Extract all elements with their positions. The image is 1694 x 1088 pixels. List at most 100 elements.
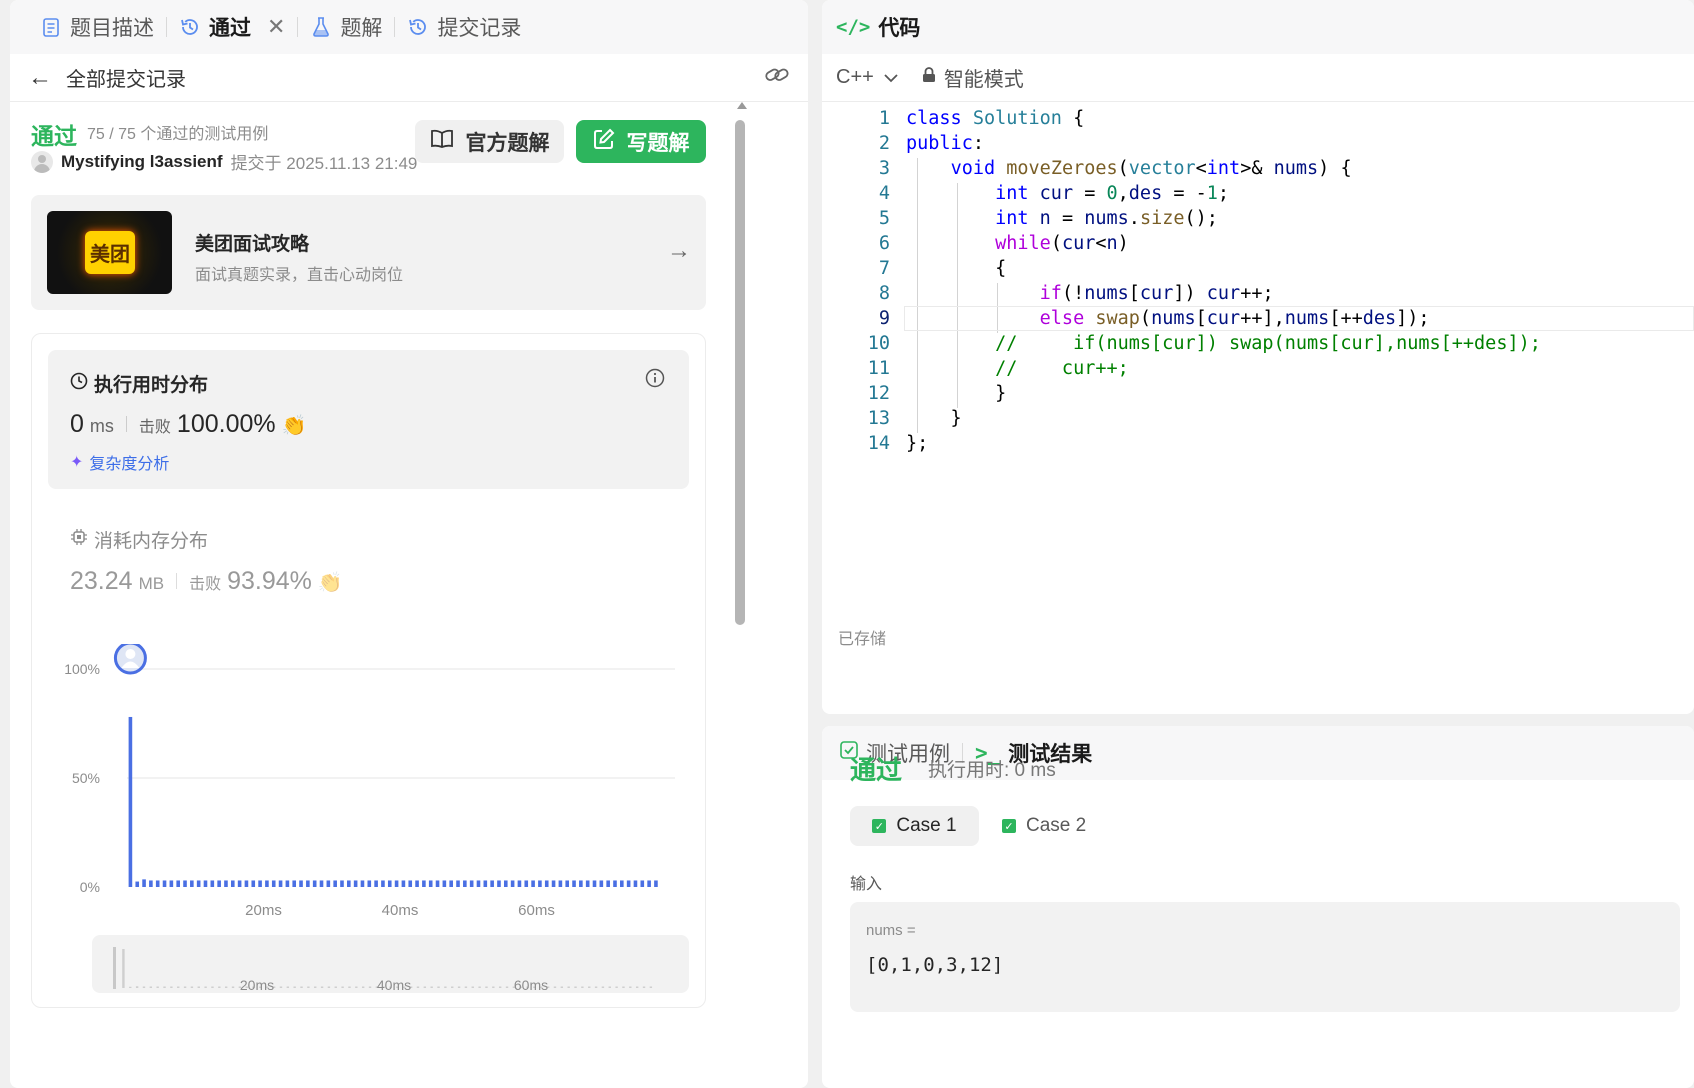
code-token: (); <box>1184 208 1218 229</box>
brush-bar <box>293 986 296 988</box>
write-solution-button[interactable]: 写题解 <box>576 120 706 163</box>
brush-bar <box>135 986 139 988</box>
official-solution-button[interactable]: 官方题解 <box>415 120 564 163</box>
clock-icon <box>70 372 88 396</box>
chart-bar <box>401 880 406 887</box>
code-token: = <box>1050 208 1085 229</box>
complexity-label: 复杂度分析 <box>89 456 170 473</box>
arrow-right-icon: → <box>667 237 691 264</box>
code-tabbar: </> 代码 <box>822 0 1694 54</box>
chart-bar <box>490 880 494 887</box>
tab-solutions-label: 题解 <box>340 17 383 40</box>
chart-bar <box>162 880 167 887</box>
input-box: nums = [0,1,0,3,12] <box>850 902 1680 1012</box>
brush-bar <box>492 986 495 988</box>
status-accepted: 通过 <box>31 123 77 149</box>
brush-bar <box>608 986 611 988</box>
chart-bar <box>428 880 433 887</box>
runtime-section[interactable]: 执行用时分布 0 ms 击败 100.00% 👏 ✦ 复杂度分析 <box>48 350 689 489</box>
x-tick-label: 60ms <box>518 902 555 919</box>
code-token: int <box>995 208 1040 229</box>
stats-card: 执行用时分布 0 ms 击败 100.00% 👏 ✦ 复杂度分析 消耗内存分布 … <box>31 333 706 1008</box>
all-submissions-link[interactable]: 全部提交记录 <box>66 63 186 92</box>
code-editor[interactable]: 1 class Solution {2 public: 3 void moveZero… <box>822 104 1694 494</box>
promo-card[interactable]: 美团 美团面试攻略 面试真题实录，直击心动岗位 → <box>31 195 706 310</box>
meituan-logo: 美团 <box>47 211 172 294</box>
code-token: }; <box>906 433 929 454</box>
tab-accepted[interactable]: 通过 ✕ <box>167 0 297 54</box>
scrollbar-thumb[interactable] <box>735 120 745 625</box>
brush-bar <box>615 986 618 988</box>
link-icon[interactable] <box>764 65 790 91</box>
code-token: ( <box>1050 233 1062 254</box>
check-icon: ✓ <box>872 819 887 833</box>
brush-bar <box>348 986 351 988</box>
chart-bar <box>579 880 583 887</box>
complexity-analysis-link[interactable]: ✦ 复杂度分析 <box>70 450 169 474</box>
chart-bar <box>435 880 440 887</box>
edit-icon <box>593 128 615 156</box>
info-icon[interactable] <box>645 368 665 393</box>
chart-bar <box>128 716 133 887</box>
brush-bar <box>437 986 440 988</box>
code-token: nums <box>1273 158 1319 179</box>
scrollbar[interactable] <box>734 100 747 1088</box>
code-token: moveZeroes <box>1006 158 1118 179</box>
chart-bar <box>510 880 515 887</box>
chart-bar <box>176 880 180 887</box>
code-token: . <box>1128 208 1140 229</box>
code-token: ; <box>1217 183 1230 204</box>
scroll-up-icon[interactable] <box>737 102 747 109</box>
chart-bar <box>347 880 351 887</box>
brush-bar <box>635 986 639 988</box>
memory-value-row: 23.24 MB 击败 93.94% 👏 <box>70 567 343 596</box>
code-token: { <box>1061 108 1085 129</box>
chart-bar <box>183 880 187 887</box>
code-token: , <box>1117 183 1129 204</box>
line-number: 8 <box>878 283 890 304</box>
username[interactable]: Mystifying l3assienf <box>61 152 223 172</box>
code-token: cur <box>1061 233 1096 254</box>
brush-bar <box>451 986 454 988</box>
case-1-tab[interactable]: ✓ Case 1 <box>850 806 979 846</box>
code-token: < <box>1095 233 1107 254</box>
brush-bar <box>170 986 173 988</box>
brush-bar <box>211 986 214 988</box>
avatar[interactable] <box>31 150 53 173</box>
clap-icon: 👏 <box>317 572 343 594</box>
tab-solutions[interactable]: 题解 <box>298 0 394 54</box>
brush-bar <box>197 986 200 988</box>
code-token: ( <box>1117 158 1129 179</box>
back-arrow-icon[interactable]: ← <box>28 64 52 92</box>
code-token: } <box>906 383 1007 404</box>
memory-beats: 93.94% <box>227 567 312 595</box>
chart-bar <box>135 881 140 887</box>
chart-bar <box>340 880 344 887</box>
chart-grid <box>127 668 675 779</box>
brush-bar <box>224 986 228 988</box>
x-tick-label: 40ms <box>382 902 419 919</box>
brush-bar <box>327 986 331 988</box>
y-tick-label: 50% <box>72 770 100 786</box>
avatar-icon <box>125 649 136 659</box>
tab-description[interactable]: 题目描述 <box>28 0 166 54</box>
memory-title[interactable]: 消耗内存分布 <box>70 526 208 553</box>
code-token: size <box>1139 208 1185 229</box>
language-select[interactable]: C++ <box>836 66 898 89</box>
code-token: while <box>995 233 1051 254</box>
brush-handle <box>113 947 116 989</box>
runtime-title-label: 执行用时分布 <box>94 375 209 396</box>
meituan-logo-text: 美团 <box>85 231 135 274</box>
runtime-distribution-chart[interactable]: 0% 50% 100% 20ms 40ms 60ms 20ms 40ms 60ms <box>32 644 707 1009</box>
sparkle-icon: ✦ <box>70 454 84 471</box>
tab-code[interactable]: </> 代码 <box>836 0 920 54</box>
tab-submissions[interactable]: 提交记录 <box>395 0 533 54</box>
code-token: [++ <box>1329 308 1363 329</box>
close-icon[interactable]: ✕ <box>267 14 285 40</box>
case-2-tab[interactable]: ✓ Case 2 <box>1002 806 1122 846</box>
chart-bar <box>626 880 631 887</box>
smart-mode-toggle[interactable]: 智能模式 <box>922 63 1024 92</box>
brush-bar <box>444 986 447 988</box>
brush-bar <box>320 986 324 988</box>
